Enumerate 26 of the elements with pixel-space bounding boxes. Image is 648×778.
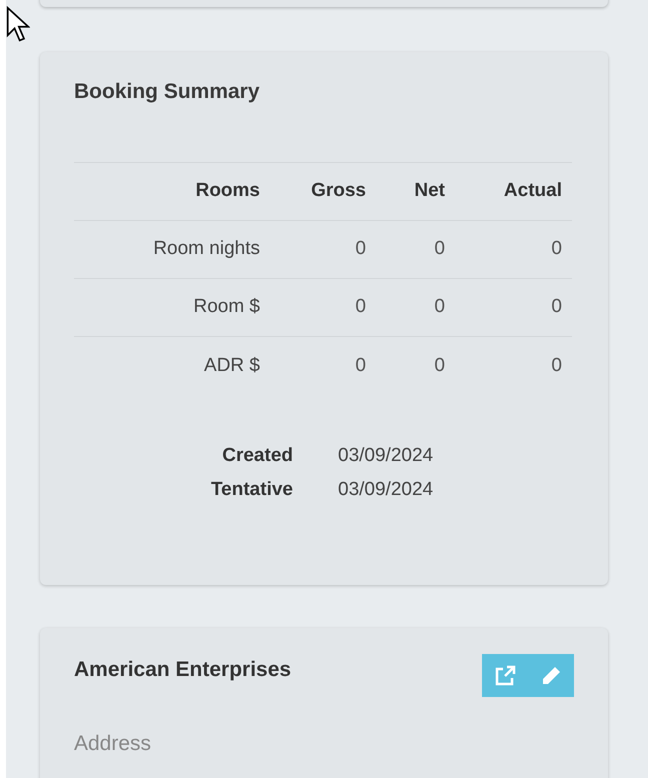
table-cell: 0 bbox=[455, 278, 572, 336]
date-value: 03/09/2024 bbox=[338, 444, 434, 468]
column-header: Rooms bbox=[74, 162, 270, 220]
column-header: Gross bbox=[270, 162, 376, 220]
section-label: Address bbox=[74, 731, 152, 757]
column-header: Net bbox=[376, 162, 455, 220]
table-cell: 0 bbox=[455, 336, 572, 394]
table-cell: 0 bbox=[455, 220, 572, 278]
table-cell: 0 bbox=[376, 278, 455, 336]
column-header: Actual bbox=[455, 162, 572, 220]
table-cell: 0 bbox=[376, 336, 455, 394]
table-cell: 0 bbox=[270, 278, 376, 336]
table-cell: 0 bbox=[270, 336, 376, 394]
date-label: Tentative bbox=[210, 478, 293, 502]
date-value: 03/09/2024 bbox=[338, 478, 434, 502]
cursor-icon bbox=[6, 6, 30, 44]
table-cell: 0 bbox=[270, 220, 376, 278]
date-label: Created bbox=[221, 444, 293, 468]
table-cell: Room nights bbox=[74, 220, 270, 278]
pencil-icon bbox=[540, 664, 562, 686]
table-cell: ADR $ bbox=[74, 336, 270, 394]
external-link-icon bbox=[494, 664, 516, 686]
card-title: American Enterprises bbox=[74, 657, 292, 683]
card-title: Booking Summary bbox=[74, 79, 261, 105]
table-cell: Room $ bbox=[74, 278, 270, 336]
table-cell: 0 bbox=[376, 220, 455, 278]
